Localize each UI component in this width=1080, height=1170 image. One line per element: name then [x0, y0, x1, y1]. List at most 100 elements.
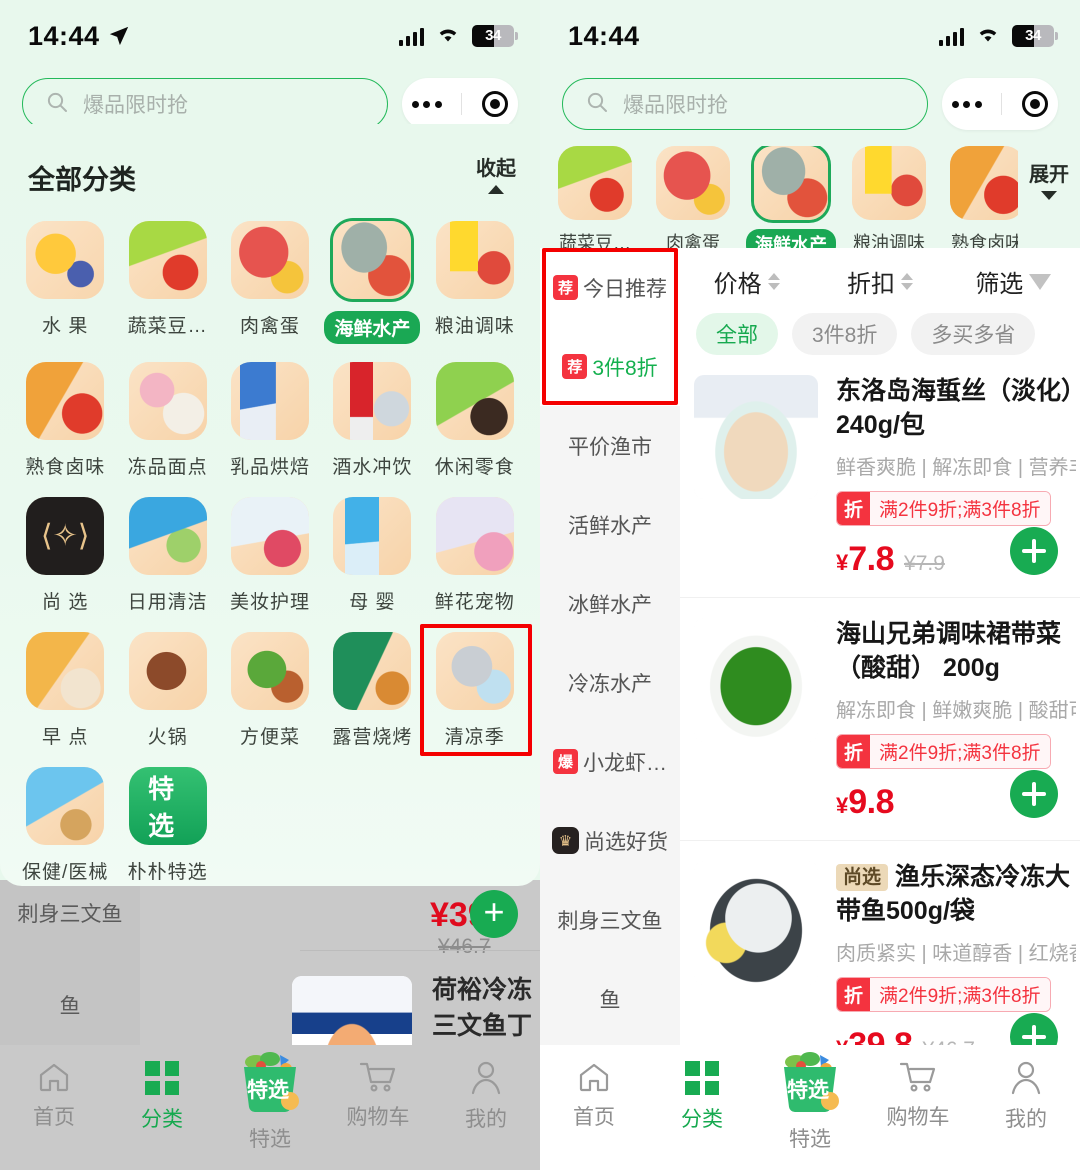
status-bar-left: 14:44 34 [0, 0, 540, 72]
tab-label: 首页 [573, 1106, 615, 1129]
category-label: 清凉季 [444, 727, 505, 748]
mini-program-capsule[interactable] [402, 78, 518, 130]
search-icon [45, 90, 69, 119]
product-list-pane: 价格 折扣 筛选 全部 3件8折 多买多省 东洛岛海蜇丝（淡化）240g/包 鲜香爽脆 |… [680, 248, 1080, 1045]
category-item-10[interactable]: ⟨✧⟩ 尚 选 [14, 487, 116, 614]
product-list: 东洛岛海蜇丝（淡化）240g/包鲜香爽脆 | 解冻即食 | 营养丰富折满2件9折… [680, 355, 1080, 1045]
wifi-icon [435, 24, 461, 49]
capsule-divider [461, 93, 463, 115]
filter-chip-0[interactable]: 全部 [696, 313, 778, 355]
subnav-item-2[interactable]: 平价渔市 [540, 406, 680, 485]
strip-category-0[interactable]: 蔬菜豆… [546, 146, 644, 259]
search-input[interactable]: 爆品限时抢 [22, 78, 388, 130]
filter-chip-1[interactable]: 3件8折 [792, 313, 898, 355]
category-item-8[interactable]: 酒水冲饮 [321, 352, 423, 479]
tab-特选[interactable]: 特选 特选 [216, 1052, 324, 1153]
category-strip-scroller[interactable]: 蔬菜豆… 肉禽蛋 海鲜水产 粮油调味 熟食卤味 [540, 146, 1018, 259]
category-item-13[interactable]: 母 婴 [321, 487, 423, 614]
category-label: 粮油调味 [434, 316, 515, 337]
product-row[interactable]: 尚选渔乐深态冷冻大带鱼500g/袋肉质紧实 | 味道醇香 | 红烧香煎折满2件9… [680, 840, 1080, 1045]
strip-category-4[interactable]: 熟食卤味 [938, 146, 1018, 259]
subnav-label: 刺身三文鱼 [557, 909, 663, 933]
more-dots-icon[interactable] [951, 100, 982, 108]
grid-icon [145, 1061, 179, 1095]
add-to-cart-button[interactable] [1010, 527, 1058, 575]
target-icon[interactable] [1022, 91, 1049, 117]
category-thumbnail: ⟨✧⟩ [26, 497, 105, 575]
subcategory-nav[interactable]: 荐今日推荐荐 3件8折 平价渔市 活鲜水产冰鲜水产冷冻水产爆小龙虾… ♛ 尚选好货刺身三文… [540, 248, 680, 1045]
subnav-item-9[interactable]: 鱼 [540, 959, 680, 1038]
subnav-item-0[interactable]: 荐今日推荐 [540, 248, 680, 327]
more-dots-icon[interactable] [411, 100, 442, 108]
category-item-7[interactable]: 乳品烘焙 [219, 352, 321, 479]
category-item-20[interactable]: 保健/医械 [14, 757, 116, 884]
tab-分类[interactable]: 分类 [108, 1061, 216, 1133]
basket-icon: 特选 [774, 1049, 846, 1115]
category-thumbnail [128, 362, 207, 440]
dimmed-add-button: + [470, 890, 518, 938]
tab-首页[interactable]: 首页 [540, 1061, 648, 1131]
category-thumbnail [230, 497, 309, 575]
category-item-14[interactable]: 鲜花宠物 [424, 487, 526, 614]
tab-首页[interactable]: 首页 [0, 1061, 108, 1131]
tab-购物车[interactable]: 购物车 [864, 1061, 972, 1131]
expand-button[interactable]: 展开 [1018, 146, 1080, 201]
tab-购物车[interactable]: 购物车 [324, 1061, 432, 1131]
strip-category-3[interactable]: 粮油调味 [840, 146, 938, 259]
tab-我的[interactable]: 我的 [972, 1061, 1080, 1133]
tab-我的[interactable]: 我的 [432, 1061, 540, 1133]
category-label: 休闲零食 [434, 457, 515, 478]
tab-label: 首页 [33, 1106, 75, 1129]
filter-chip-2[interactable]: 多买多省 [911, 313, 1036, 355]
recommend-badge: 荐 [552, 275, 578, 300]
category-item-3[interactable]: 海鲜水产 [321, 211, 423, 344]
add-to-cart-button[interactable] [1010, 770, 1058, 818]
category-item-12[interactable]: 美妆护理 [219, 487, 321, 614]
category-item-17[interactable]: 方便菜 [219, 622, 321, 749]
category-item-5[interactable]: 熟食卤味 [14, 352, 116, 479]
subnav-item-7[interactable]: ♛ 尚选好货 [540, 801, 680, 880]
svg-text:特选: 特选 [787, 1078, 829, 1102]
expand-label: 展开 [1029, 164, 1069, 186]
category-item-2[interactable]: 肉禽蛋 [219, 211, 321, 344]
tab-特选[interactable]: 特选 特选 [756, 1052, 864, 1153]
category-item-6[interactable]: 冻品面点 [116, 352, 218, 479]
funnel-icon [1029, 273, 1052, 290]
subnav-item-4[interactable]: 冰鲜水产 [540, 564, 680, 643]
tab-bar-right: 首页 分类 特选 特选 购物车 我的 [540, 1045, 1080, 1170]
search-icon [585, 90, 609, 119]
search-input[interactable]: 爆品限时抢 [562, 78, 928, 130]
subnav-label: 尚选好货 [584, 830, 668, 854]
brand-tag: 尚选 [836, 864, 889, 892]
category-item-11[interactable]: 日用清洁 [116, 487, 218, 614]
category-item-1[interactable]: 蔬菜豆… [116, 211, 218, 344]
category-item-18[interactable]: 露营烧烤 [321, 622, 423, 749]
promo-tag: 折满2件9折;满3件8折 [836, 977, 1051, 1012]
category-item-0[interactable]: 水 果 [14, 211, 116, 344]
category-item-15[interactable]: 早 点 [14, 622, 116, 749]
target-icon[interactable] [482, 91, 509, 117]
search-placeholder: 爆品限时抢 [623, 94, 728, 117]
category-item-4[interactable]: 粮油调味 [424, 211, 526, 344]
product-price-original: ¥46.7 [922, 1038, 975, 1045]
sort-control-1[interactable]: 折扣 [813, 264, 946, 299]
subnav-item-8[interactable]: 刺身三文鱼 [540, 880, 680, 959]
product-row[interactable]: 海山兄弟调味裙带菜（酸甜） 200g 解冻即食 | 鲜嫩爽脆 | 酸甜可口折满2件… [680, 597, 1080, 840]
category-item-19[interactable]: 清凉季 [419, 622, 533, 756]
category-item-16[interactable]: 火锅 [116, 622, 218, 749]
category-item-9[interactable]: 休闲零食 [424, 352, 526, 479]
product-row[interactable]: 东洛岛海蜇丝（淡化）240g/包鲜香爽脆 | 解冻即食 | 营养丰富折满2件9折… [680, 355, 1080, 597]
strip-category-1[interactable]: 肉禽蛋 [644, 146, 742, 259]
subnav-item-1[interactable]: 荐 3件8折 [540, 327, 680, 406]
sort-filter[interactable]: 筛选 [947, 264, 1080, 299]
tab-分类[interactable]: 分类 [648, 1061, 756, 1133]
subnav-item-6[interactable]: 爆小龙虾… [540, 722, 680, 801]
collapse-button[interactable]: 收起 [476, 158, 516, 197]
subnav-label: 冰鲜水产 [568, 593, 652, 617]
subnav-item-5[interactable]: 冷冻水产 [540, 643, 680, 722]
strip-category-2[interactable]: 海鲜水产 [742, 146, 840, 259]
category-item-21[interactable]: 特选 朴朴特选 [116, 757, 218, 884]
sort-control-0[interactable]: 价格 [680, 264, 813, 299]
mini-program-capsule[interactable] [942, 78, 1058, 130]
subnav-item-3[interactable]: 活鲜水产 [540, 485, 680, 564]
